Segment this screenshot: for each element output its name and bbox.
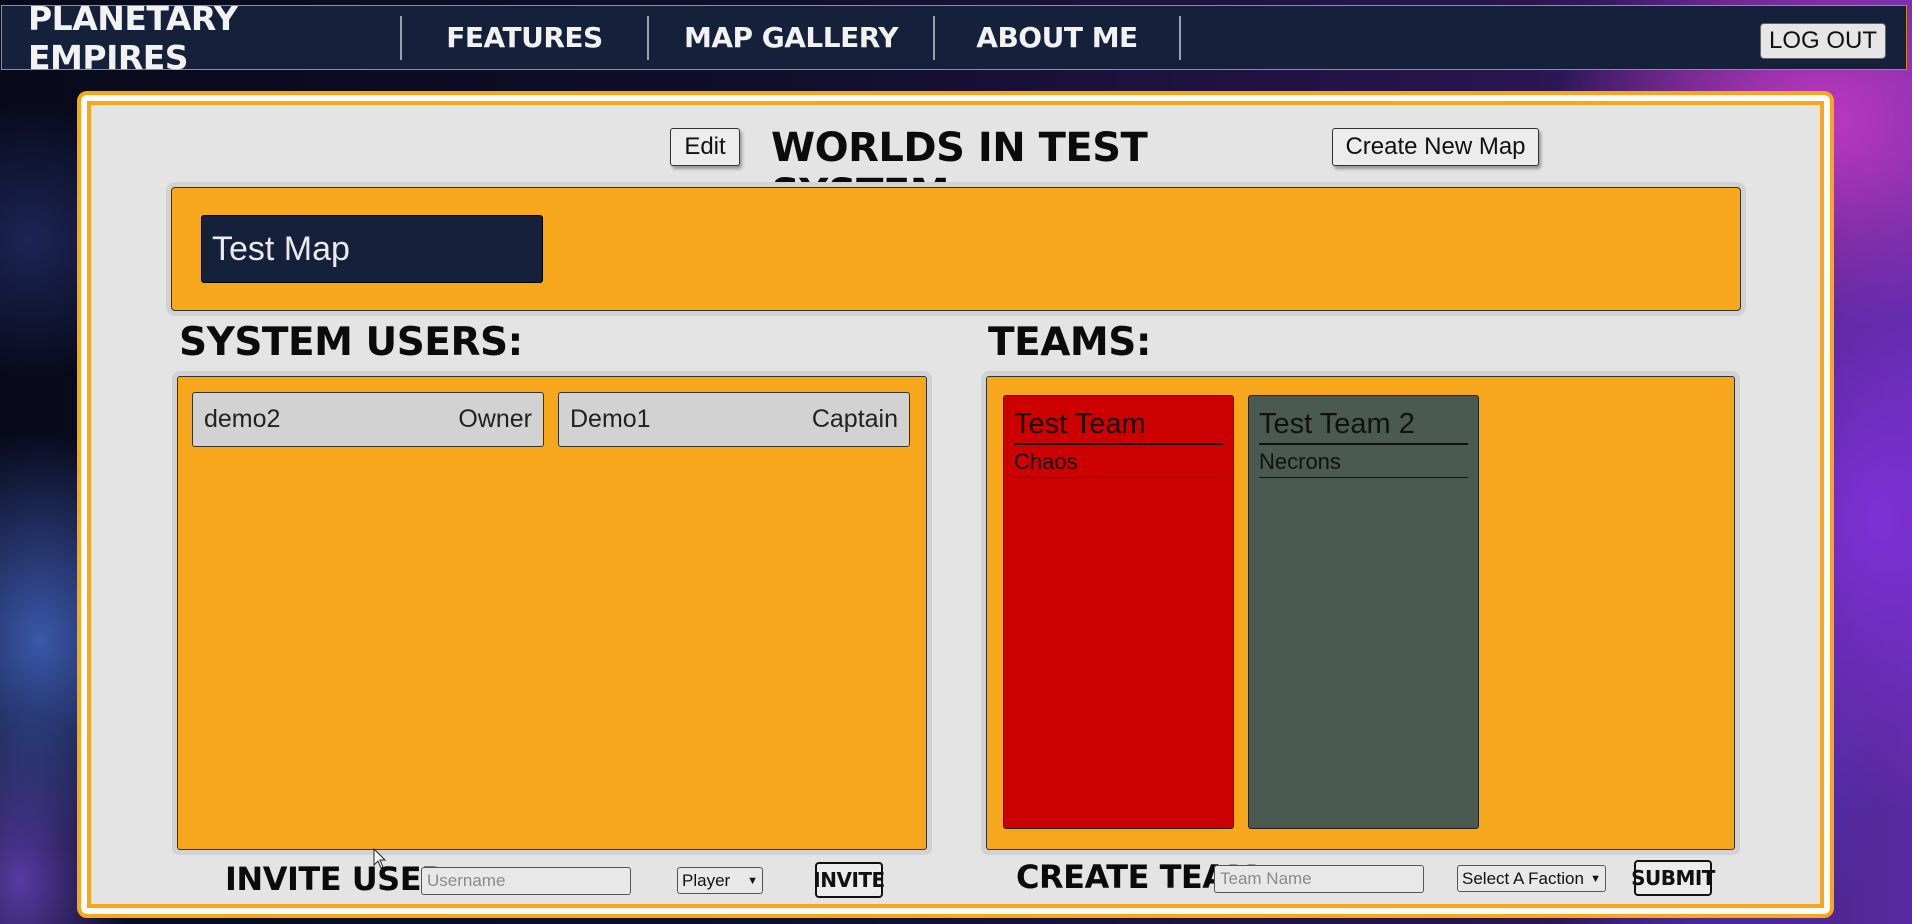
top-navbar: PLANETARY EMPIRES FEATURES MAP GALLERY A… xyxy=(1,0,1907,77)
faction-select[interactable]: Select A Faction ▼ xyxy=(1457,865,1606,892)
user-name: demo2 xyxy=(204,405,281,433)
team-card[interactable]: Test Team Chaos xyxy=(1003,395,1234,829)
user-role: Owner xyxy=(458,405,532,433)
mouse-cursor-icon xyxy=(373,848,387,869)
invite-button[interactable]: INVITE xyxy=(813,862,885,898)
faction-select-value: Select A Faction xyxy=(1462,868,1584,888)
maps-list: Test Map xyxy=(171,187,1741,311)
team-name: Test Team 2 xyxy=(1259,408,1468,445)
teams-list: Test Team Chaos Test Team 2 Necrons xyxy=(986,376,1735,850)
user-card[interactable]: Demo1 Captain xyxy=(558,392,910,447)
chevron-down-icon: ▼ xyxy=(747,874,758,887)
system-panel: Edit WORLDS IN TEST SYSTEM: Create New M… xyxy=(77,91,1834,918)
role-select-value: Player xyxy=(682,870,731,890)
system-users-heading: SYSTEM USERS: xyxy=(179,320,523,365)
system-users-list: demo2 Owner Demo1 Captain xyxy=(177,376,927,850)
chevron-down-icon: ▼ xyxy=(1590,872,1601,885)
team-name: Test Team xyxy=(1014,408,1223,445)
map-card-test-map[interactable]: Test Map xyxy=(201,215,543,283)
user-name: Demo1 xyxy=(570,405,651,433)
nav-link-features[interactable]: FEATURES xyxy=(402,21,647,54)
team-name-input[interactable] xyxy=(1214,865,1424,893)
nav-divider xyxy=(1179,15,1181,60)
team-card[interactable]: Test Team 2 Necrons xyxy=(1248,395,1479,829)
team-faction: Necrons xyxy=(1259,445,1468,478)
submit-button[interactable]: SUBMIT xyxy=(1631,860,1715,896)
edit-button[interactable]: Edit xyxy=(670,128,740,166)
create-new-map-button[interactable]: Create New Map xyxy=(1332,128,1539,166)
system-panel-inner: Edit WORLDS IN TEST SYSTEM: Create New M… xyxy=(87,101,1824,908)
logout-button[interactable]: LOG OUT xyxy=(1759,23,1886,59)
user-role: Captain xyxy=(811,405,898,433)
teams-heading: TEAMS: xyxy=(988,320,1151,365)
nav-link-about-me[interactable]: ABOUT ME xyxy=(935,21,1179,54)
user-card[interactable]: demo2 Owner xyxy=(192,392,544,447)
team-faction: Chaos xyxy=(1014,445,1223,478)
brand-logo[interactable]: PLANETARY EMPIRES xyxy=(2,0,400,77)
username-input[interactable] xyxy=(421,867,631,895)
nav-link-map-gallery[interactable]: MAP GALLERY xyxy=(649,21,933,54)
role-select[interactable]: Player ▼ xyxy=(677,867,763,894)
